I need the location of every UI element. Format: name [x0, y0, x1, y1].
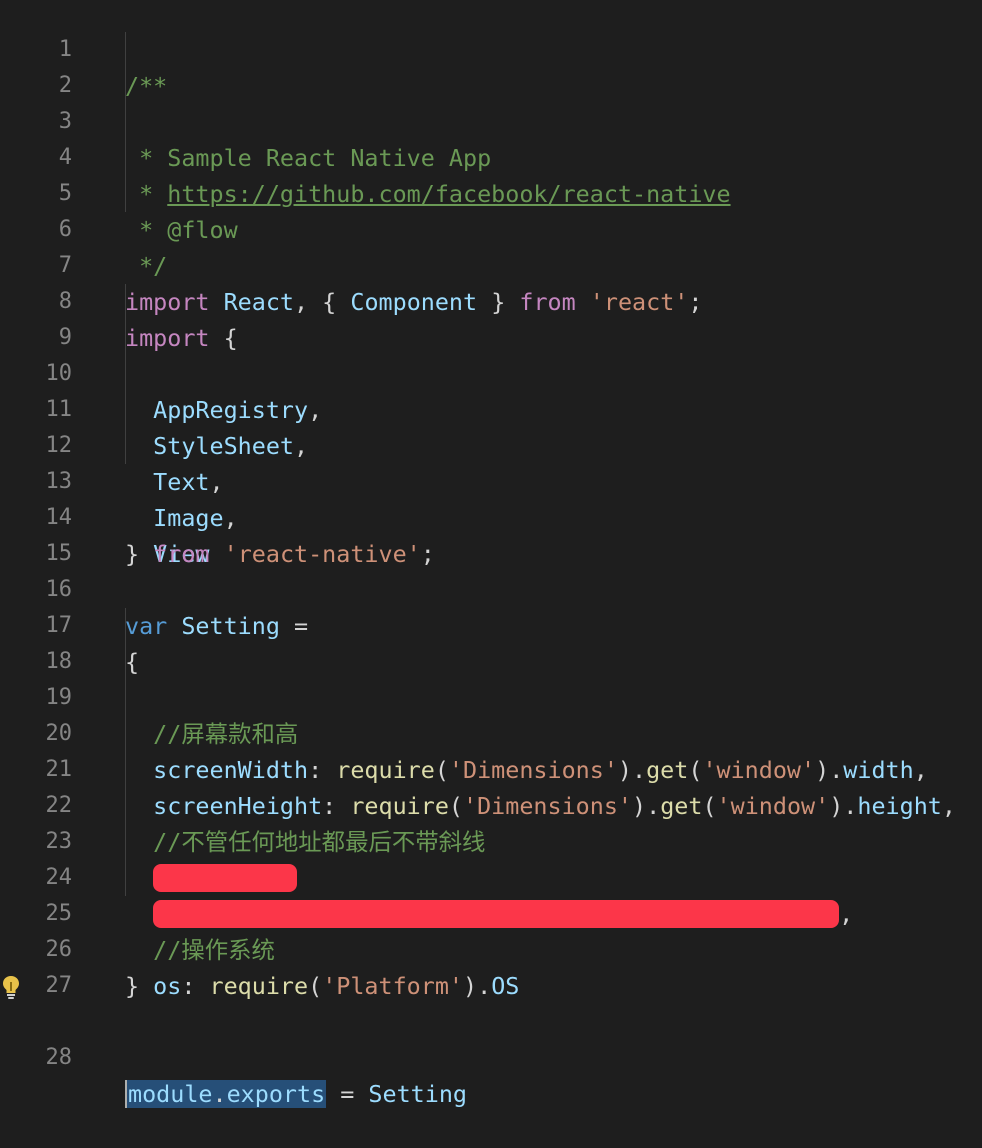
code-line-27: 27 — [0, 932, 982, 998]
code-line-21: 21 //不管任何地址都最后不带斜线 — [0, 716, 982, 856]
code-line-2: 2 * Sample React Native App — [0, 32, 982, 172]
code-line-10: 10 StyleSheet, — [0, 320, 982, 460]
code-line-12: 12 Image, — [0, 392, 982, 532]
code-line-18: 18 //屏幕款和高 — [0, 608, 982, 748]
code-line-23: 23 , — [0, 788, 982, 928]
selected-identifier[interactable]: module.exports — [125, 1080, 327, 1108]
indent-guide — [125, 320, 126, 356]
indent-guide — [125, 140, 126, 176]
code-line-17: 17 { — [0, 572, 982, 676]
indent-guide — [125, 284, 126, 320]
indent-guide — [125, 104, 126, 140]
indent-guide — [125, 176, 126, 212]
code-line-15: 15 — [0, 500, 982, 566]
code-text: module.exports = Setting — [125, 1076, 467, 1112]
indent-guide — [125, 356, 126, 392]
indent-guide — [125, 716, 126, 752]
indent-guide — [125, 392, 126, 428]
indent-guide — [125, 608, 126, 644]
indent-guide — [125, 644, 126, 680]
code-line-20: 20 screenHeight: require('Dimensions').g… — [0, 680, 982, 820]
code-line-8: 8 import { — [0, 248, 982, 352]
code-line-11: 11 Text, — [0, 356, 982, 496]
code-line-6: 6 — [0, 176, 982, 242]
indent-guide — [125, 428, 126, 464]
lightbulb-icon[interactable] — [0, 974, 22, 1000]
code-line-4: 4 * @flow — [0, 104, 982, 244]
code-line-24: 24 //操作系统 — [0, 824, 982, 964]
identifier-exports: exports — [226, 1080, 326, 1108]
code-line-28: 28 module.exports = Setting — [0, 968, 982, 1108]
indent-guide — [125, 32, 126, 68]
code-line-13: 13 View — [0, 428, 982, 568]
code-line-26: 26 } — [0, 896, 982, 1000]
code-editor[interactable]: 1 /** 2 * Sample React Native App 3 * ht… — [0, 0, 982, 1108]
code-line-19: 19 screenWidth: require('Dimensions').ge… — [0, 644, 982, 784]
code-line-22: 22 — [0, 752, 982, 892]
identifier-setting: Setting — [368, 1080, 467, 1108]
code-line-25: 25 os: require('Platform').OS — [0, 860, 982, 1000]
code-line-5: 5 */ — [0, 140, 982, 280]
code-line-16: 16 var Setting = — [0, 536, 982, 640]
code-line-14: 14 } from 'react-native'; — [0, 464, 982, 568]
line-number: 28 — [45, 1045, 73, 1070]
indent-guide — [125, 680, 126, 716]
code-line-3: 3 * https://github.com/facebook/react-na… — [0, 68, 982, 208]
indent-guide — [125, 788, 126, 824]
code-line-9: 9 AppRegistry, — [0, 284, 982, 424]
identifier-module: module — [128, 1080, 213, 1108]
indent-guide — [125, 752, 126, 788]
code-line-1: 1 /** — [0, 0, 982, 100]
indent-guide — [125, 68, 126, 104]
code-line-7: 7 import React, { Component } from 'reac… — [0, 212, 982, 316]
indent-guide — [125, 860, 126, 896]
indent-guide — [125, 824, 126, 860]
